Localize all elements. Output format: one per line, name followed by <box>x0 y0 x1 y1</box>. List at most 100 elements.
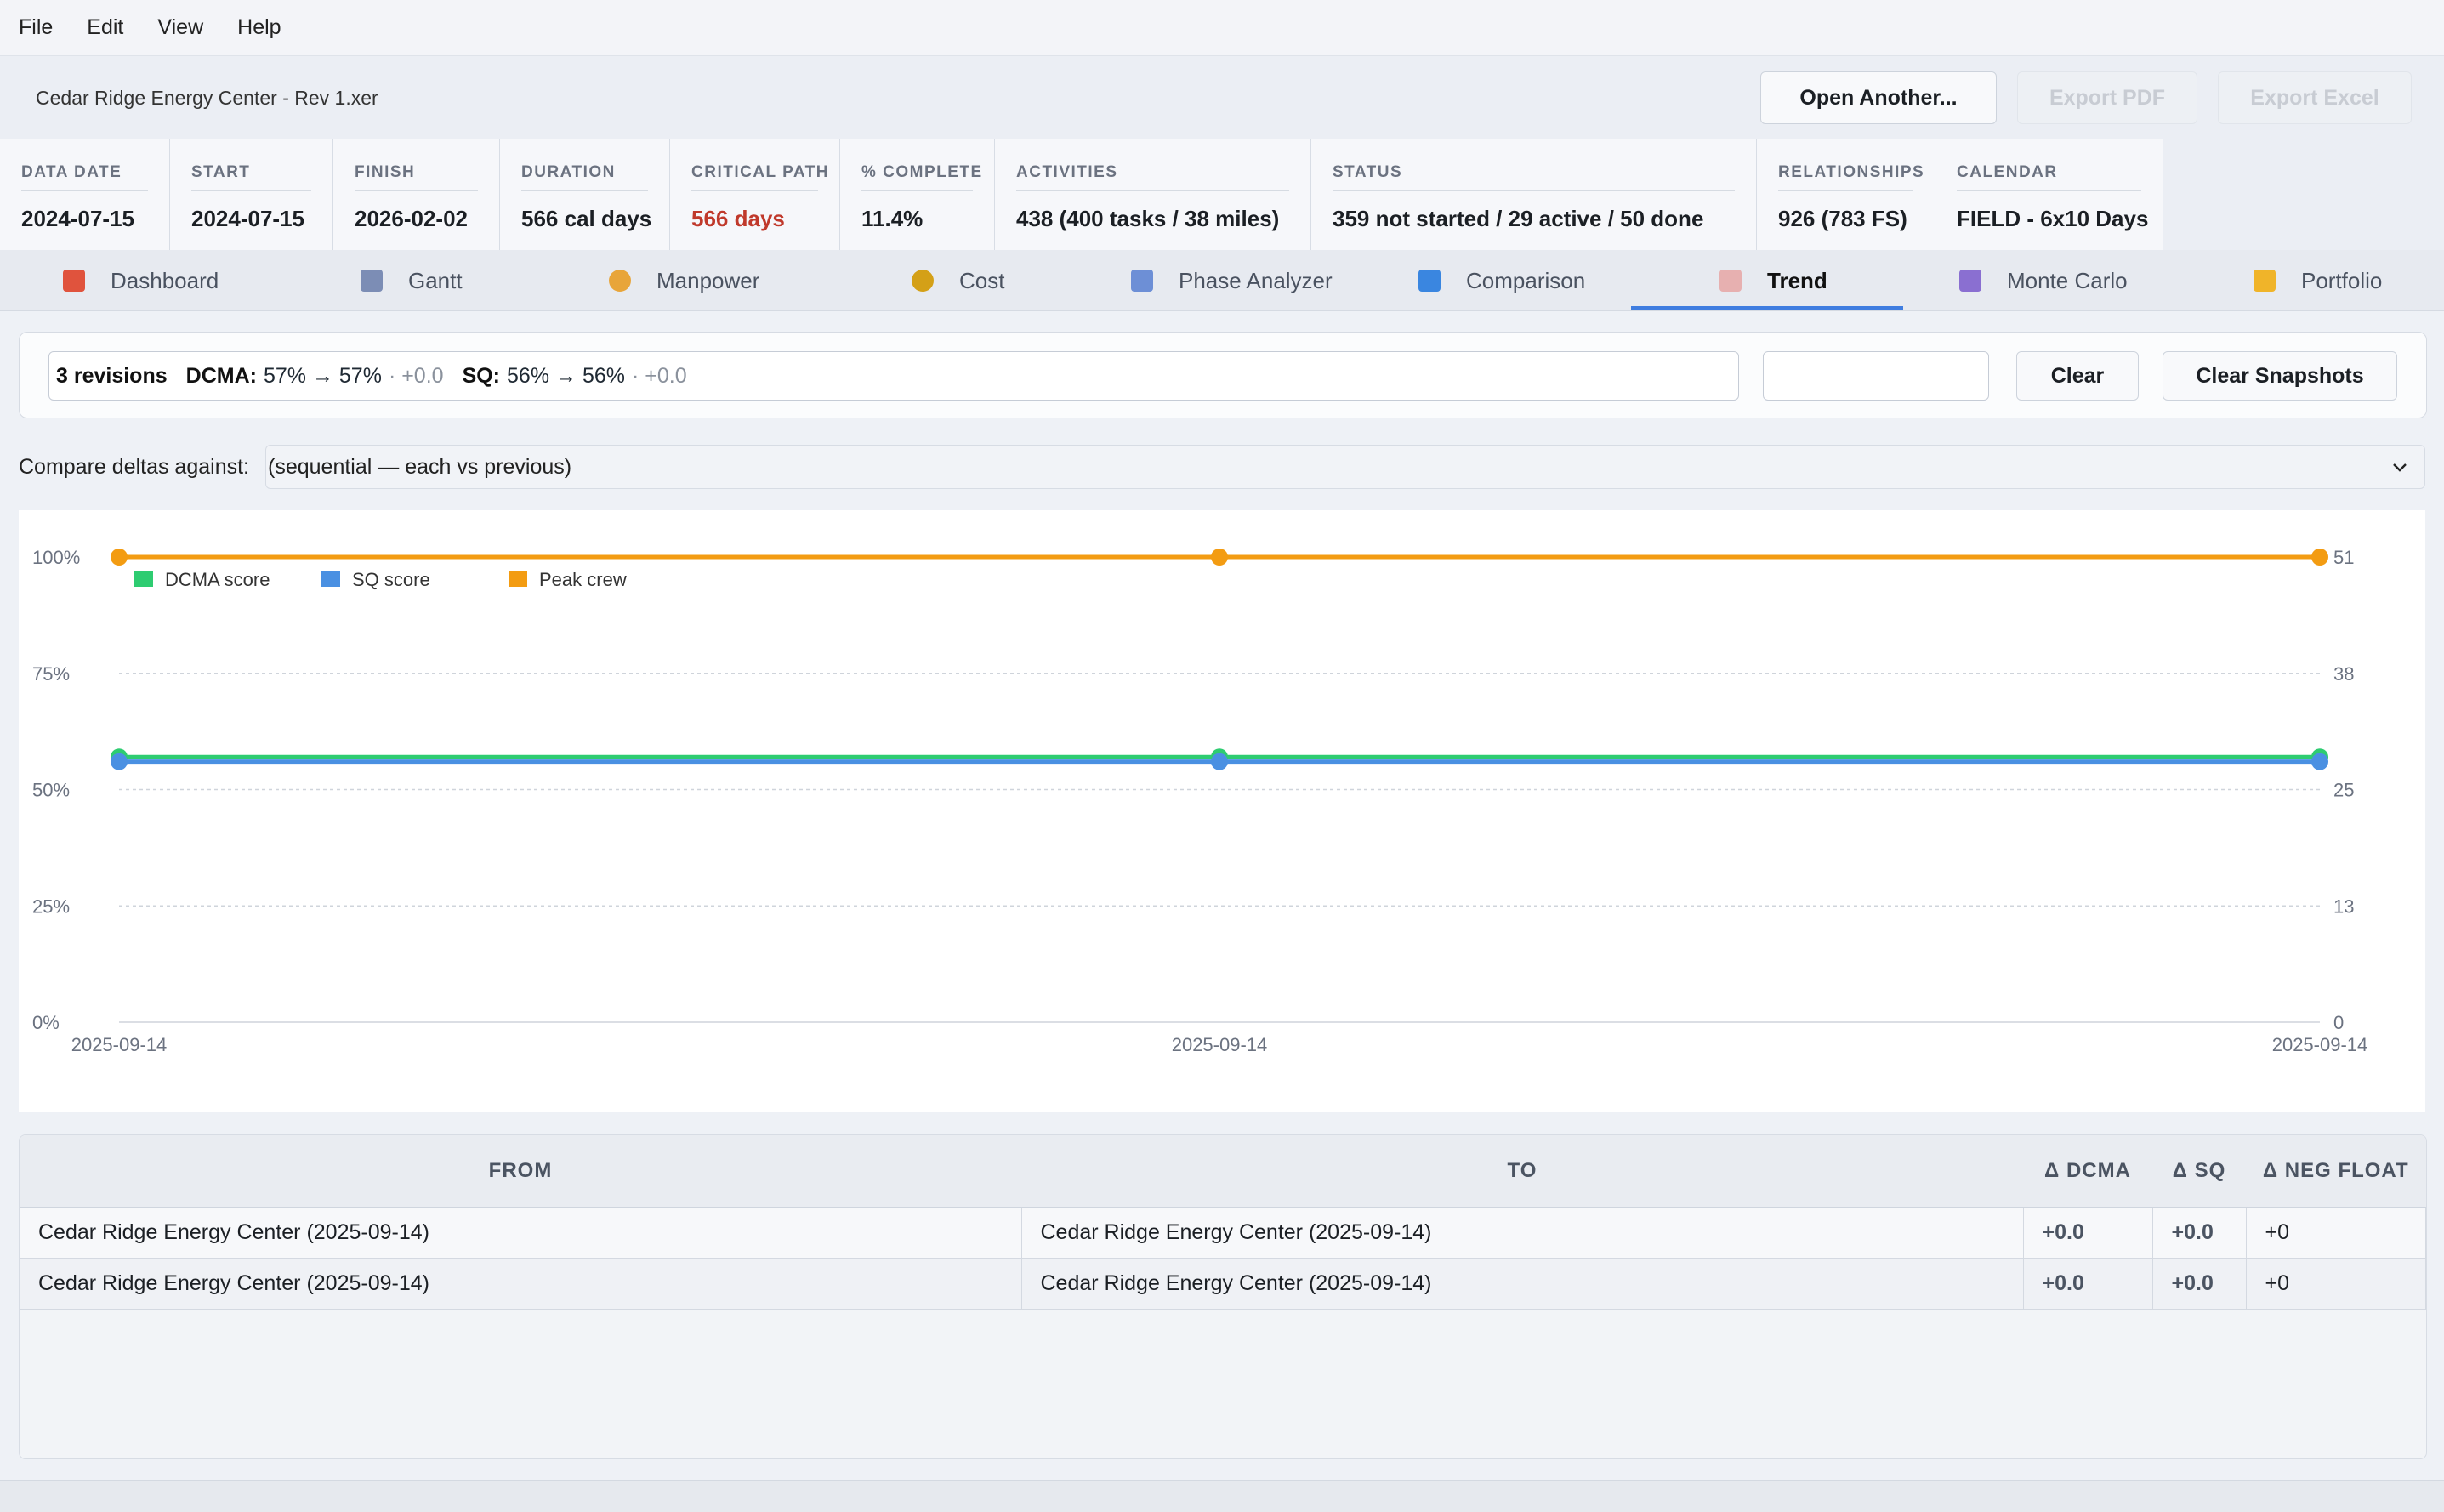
col-to: TO <box>1021 1135 2023 1208</box>
worker-icon <box>609 270 631 292</box>
trend-down-icon <box>1719 270 1742 292</box>
sq-value: 56% → 56% <box>507 363 625 388</box>
export-pdf-button[interactable]: Export PDF <box>2017 71 2197 124</box>
dcma-delta: · +0.0 <box>388 363 444 388</box>
menu-help[interactable]: Help <box>237 15 281 40</box>
tab-label: Manpower <box>656 267 760 293</box>
tab-dashboard[interactable]: Dashboard <box>63 250 219 311</box>
dice-icon <box>1959 270 1981 292</box>
tab-gantt[interactable]: Gantt <box>361 250 463 311</box>
stat-value: 566 days <box>691 206 785 231</box>
tab-label: Portfolio <box>2301 267 2383 293</box>
dcma-value: 57% → 57% <box>263 363 382 388</box>
open-another-button[interactable]: Open Another... <box>1760 71 1997 124</box>
tab-manpower[interactable]: Manpower <box>609 250 759 311</box>
legend-label: DCMA score <box>165 569 270 590</box>
cell-delta-dcma: +0.0 <box>2023 1207 2153 1259</box>
revision-count: 3 revisions <box>56 363 168 388</box>
folder-icon <box>2254 270 2276 292</box>
sq-delta: · +0.0 <box>631 363 687 388</box>
stat-status: STATUS 359 not started / 29 active / 50 … <box>1311 139 1757 250</box>
stat-label: START <box>191 163 251 181</box>
table-row[interactable]: Cedar Ridge Energy Center (2025-09-14) C… <box>20 1207 2426 1259</box>
stat-value: 2024-07-15 <box>191 206 304 231</box>
trend-chart: 0% 25% 50% 75% 100% 0 13 25 38 51 2025-09-14 2025-0… <box>19 510 2425 1112</box>
x-axis-tick-label: 2025-09-14 <box>71 1034 168 1055</box>
col-delta-dcma: Δ DCMA <box>2023 1135 2152 1208</box>
cell-from: Cedar Ridge Energy Center (2025-09-14) <box>20 1207 1022 1259</box>
tab-monte-carlo[interactable]: Monte Carlo <box>1959 250 2128 311</box>
stat-value: 2024-07-15 <box>21 206 134 231</box>
file-bar: Cedar Ridge Energy Center - Rev 1.xer Op… <box>0 56 2444 139</box>
stat-value: FIELD - 6x10 Days <box>1957 206 2149 231</box>
col-from: FROM <box>20 1135 1021 1208</box>
tab-label: Cost <box>959 267 1005 293</box>
tab-cost[interactable]: Cost <box>912 250 1004 311</box>
export-excel-button[interactable]: Export Excel <box>2218 71 2412 124</box>
data-point <box>1211 549 1228 566</box>
active-tab-indicator <box>1631 306 1903 310</box>
legend-label: SQ score <box>352 569 430 590</box>
shuffle-icon <box>1418 270 1441 292</box>
menu-view[interactable]: View <box>157 15 203 40</box>
stat-value: 438 (400 tasks / 38 miles) <box>1016 206 1280 231</box>
cell-delta-sq: +0.0 <box>2152 1258 2247 1310</box>
tab-label: Trend <box>1767 267 1827 293</box>
legend-swatch <box>134 571 153 587</box>
menu-file[interactable]: File <box>19 15 53 40</box>
cell-to: Cedar Ridge Energy Center (2025-09-14) <box>1021 1258 2024 1310</box>
tab-label: Phase Analyzer <box>1179 267 1333 293</box>
table-header-row: FROM TO Δ DCMA Δ SQ Δ NEG FLOAT <box>20 1135 2426 1208</box>
col-delta-neg-float: Δ NEG FLOAT <box>2246 1135 2426 1208</box>
x-axis-tick-label: 2025-09-14 <box>1172 1034 1268 1055</box>
cell-delta-dcma: +0.0 <box>2023 1258 2153 1310</box>
revision-delta-table: FROM TO Δ DCMA Δ SQ Δ NEG FLOAT Cedar Ri… <box>19 1134 2427 1459</box>
right-axis-tick-label: 13 <box>2333 895 2354 917</box>
right-axis-tick-label: 51 <box>2333 547 2354 568</box>
menu-bar: File Edit View Help <box>0 0 2444 56</box>
stat-relationships: RELATIONSHIPS 926 (783 FS) <box>1757 139 1935 250</box>
bar-chart-icon <box>63 270 85 292</box>
data-point <box>1211 753 1228 770</box>
clear-snapshots-button[interactable]: Clear Snapshots <box>2163 351 2397 401</box>
schedule-summary: DATA DATE 2024-07-15 START 2024-07-15 FI… <box>0 139 2444 250</box>
data-point <box>111 549 128 566</box>
data-point <box>111 753 128 770</box>
stat-value: 566 cal days <box>521 206 652 231</box>
stat-label: RELATIONSHIPS <box>1778 163 1925 181</box>
tab-phase-analyzer[interactable]: Phase Analyzer <box>1131 250 1333 311</box>
stat-value: 11.4% <box>861 206 924 231</box>
left-axis-tick-label: 50% <box>32 780 70 801</box>
compare-baseline-select[interactable]: (sequential — each vs previous) <box>265 445 2425 489</box>
tab-portfolio[interactable]: Portfolio <box>2254 250 2382 311</box>
tab-trend[interactable]: Trend <box>1719 250 1827 311</box>
stat-label: CALENDAR <box>1957 163 2058 181</box>
right-axis-tick-label: 38 <box>2333 663 2354 685</box>
menu-edit[interactable]: Edit <box>87 15 123 40</box>
stat-value: 926 (783 FS) <box>1778 206 1907 231</box>
calendar-icon <box>1131 270 1153 292</box>
cell-from: Cedar Ridge Energy Center (2025-09-14) <box>20 1258 1022 1310</box>
stat-activities: ACTIVITIES 438 (400 tasks / 38 miles) <box>995 139 1311 250</box>
file-name: Cedar Ridge Energy Center - Rev 1.xer <box>36 87 378 109</box>
left-axis-tick-label: 0% <box>32 1012 60 1033</box>
stat-critical-path: CRITICAL PATH 566 days <box>670 139 840 250</box>
right-axis-tick-label: 25 <box>2333 780 2354 801</box>
stat-label: DURATION <box>521 163 616 181</box>
stat-label: CRITICAL PATH <box>691 163 829 181</box>
sq-label: SQ: <box>462 363 501 388</box>
tab-label: Comparison <box>1466 267 1586 293</box>
clear-button[interactable]: Clear <box>2016 351 2139 401</box>
revision-summary: 3 revisions DCMA: 57% → 57% · +0.0 SQ: 5… <box>48 351 1739 401</box>
cell-delta-neg-float: +0 <box>2246 1207 2426 1259</box>
tab-comparison[interactable]: Comparison <box>1418 250 1585 311</box>
stat-start: START 2024-07-15 <box>170 139 333 250</box>
tab-bar: Dashboard Gantt Manpower Cost Phase Anal… <box>0 250 2444 311</box>
left-axis-tick-label: 75% <box>32 663 70 685</box>
stat-label: ACTIVITIES <box>1016 163 1118 181</box>
status-bar <box>0 1480 2444 1512</box>
snapshot-name-input[interactable] <box>1763 351 1989 401</box>
table-row[interactable]: Cedar Ridge Energy Center (2025-09-14) C… <box>20 1258 2426 1310</box>
stat-label: STATUS <box>1333 163 1403 181</box>
chevron-down-icon <box>2393 463 2407 472</box>
